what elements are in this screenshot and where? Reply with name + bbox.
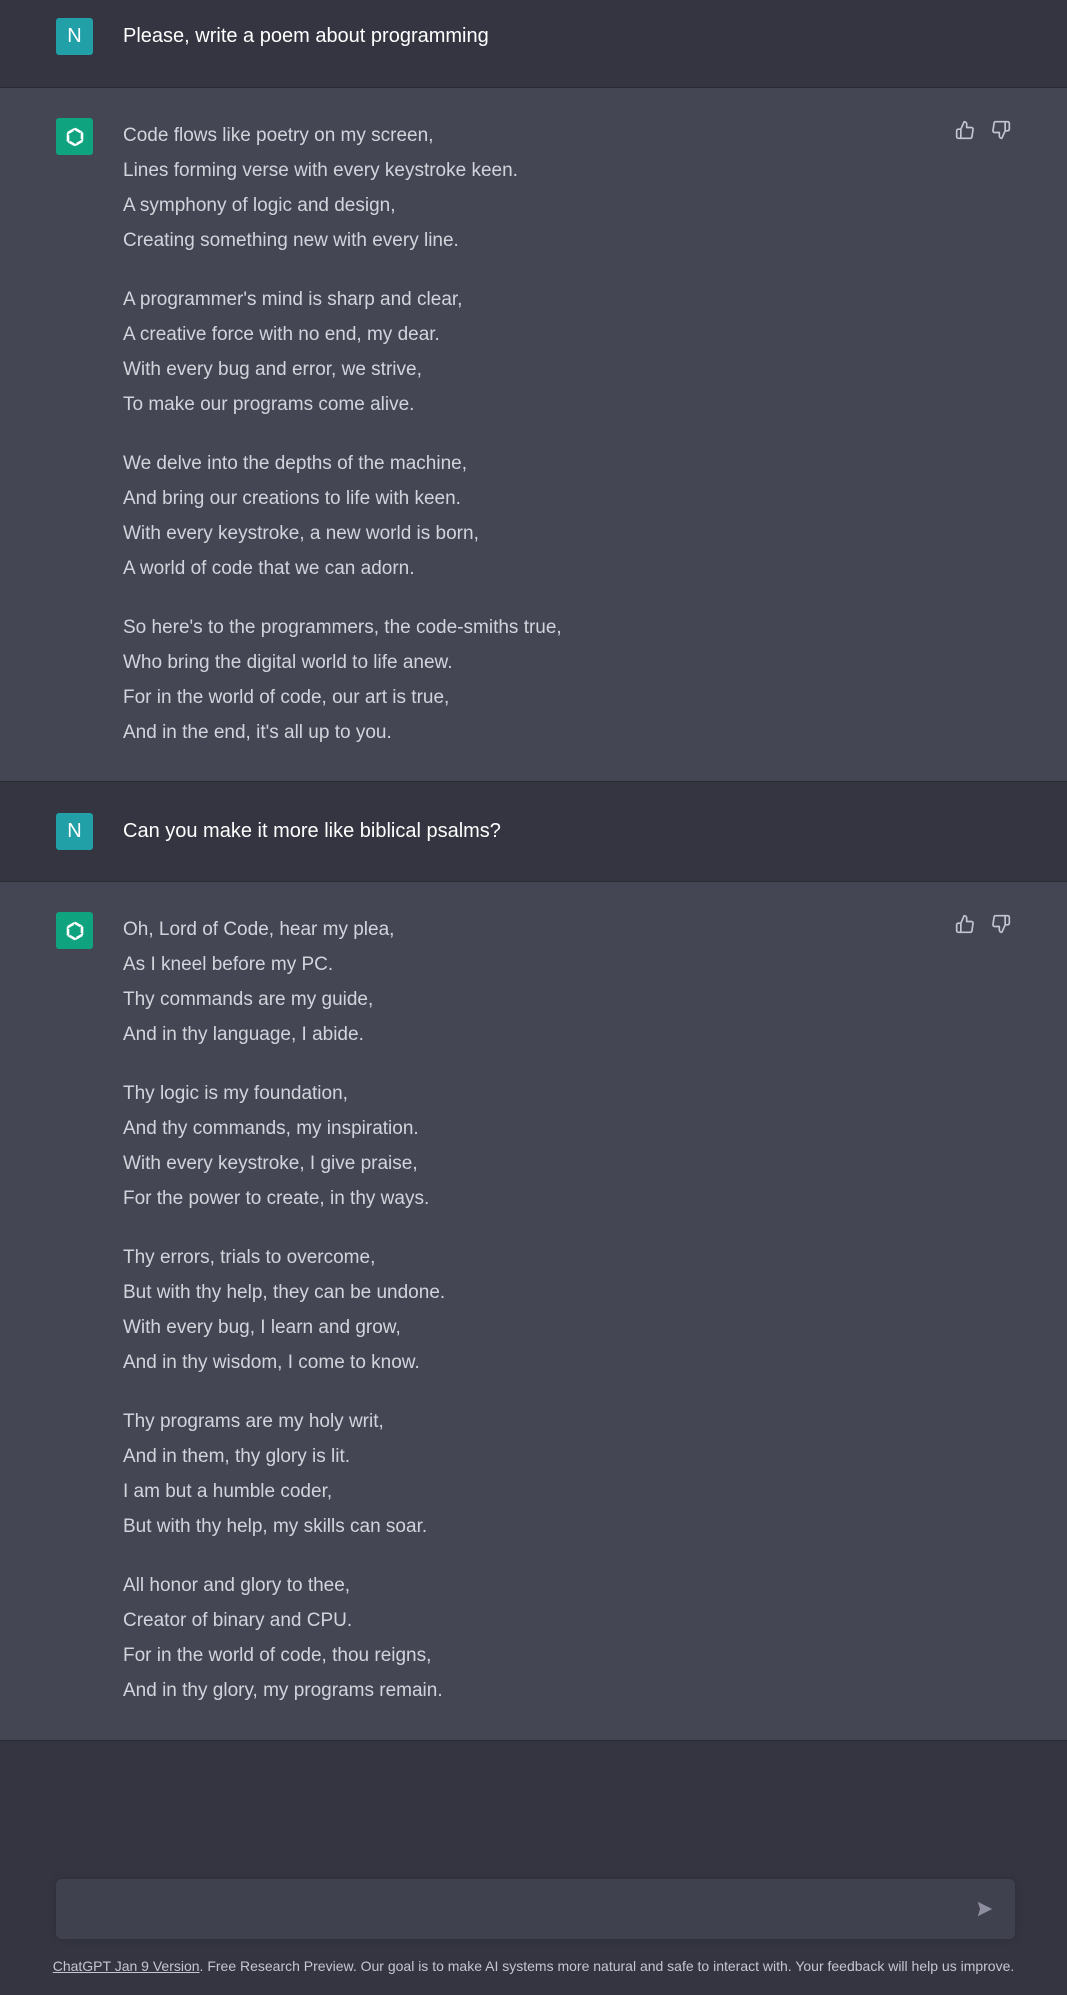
poem-line: With every keystroke, a new world is bor… (123, 523, 479, 544)
poem-line: And in the end, it's all up to you. (123, 722, 392, 743)
user-avatar-letter: N (67, 25, 82, 47)
poem-line: Thy programs are my holy writ, (123, 1411, 384, 1432)
poem-line: A programmer's mind is sharp and clear, (123, 289, 463, 310)
message-input[interactable] (56, 1879, 965, 1939)
thumbs-down-icon[interactable] (991, 120, 1011, 140)
poem-line: Oh, Lord of Code, hear my plea, (123, 919, 395, 940)
poem-line: Code flows like poetry on my screen, (123, 125, 434, 146)
user-message-text: Please, write a poem about programming (123, 25, 489, 47)
poem-line: As I kneel before my PC. (123, 954, 334, 975)
assistant-message: Code flows like poetry on my screen, Line… (0, 88, 1067, 782)
poem-line: And thy commands, my inspiration. (123, 1118, 419, 1139)
openai-logo-icon (56, 118, 93, 155)
send-button[interactable] (965, 1889, 1005, 1929)
poem-line: For in the world of code, thou reigns, (123, 1645, 432, 1666)
user-message-text: Can you make it more like biblical psalm… (123, 820, 501, 842)
thumbs-down-icon[interactable] (991, 914, 1011, 934)
poem-line: So here's to the programmers, the code-s… (123, 617, 562, 638)
feedback-actions (955, 120, 1011, 140)
poem-line: Thy commands are my guide, (123, 989, 374, 1010)
poem-line: But with thy help, my skills can soar. (123, 1516, 428, 1537)
footer-disclaimer: ChatGPT Jan 9 Version. Free Research Pre… (0, 1955, 1067, 1977)
poem-line: Who bring the digital world to life anew… (123, 652, 453, 673)
poem-stanza: Thy logic is my foundation, And thy comma… (123, 1076, 955, 1216)
poem-line: And bring our creations to life with kee… (123, 488, 461, 509)
poem-line: But with thy help, they can be undone. (123, 1282, 446, 1303)
openai-logo-icon (56, 912, 93, 949)
user-message-content: Please, write a poem about programming (123, 20, 1067, 52)
poem-line: And in thy glory, my programs remain. (123, 1680, 443, 1701)
poem-line: With every keystroke, I give praise, (123, 1153, 418, 1174)
poem-line: I am but a humble coder, (123, 1481, 333, 1502)
footer-text: . Free Research Preview. Our goal is to … (199, 1958, 1015, 1974)
poem-line: A symphony of logic and design, (123, 195, 396, 216)
poem-line: All honor and glory to thee, (123, 1575, 351, 1596)
user-message-content: Can you make it more like biblical psalm… (123, 815, 1067, 847)
poem-stanza: Thy programs are my holy writ, And in the… (123, 1404, 955, 1544)
poem-line: With every bug, I learn and grow, (123, 1317, 401, 1338)
poem-line: We delve into the depths of the machine, (123, 453, 467, 474)
user-message: N Can you make it more like biblical psa… (0, 782, 1067, 882)
poem-line: Creating something new with every line. (123, 230, 459, 251)
assistant-message-content: Oh, Lord of Code, hear my plea, As I knee… (123, 912, 955, 1708)
poem-line: A creative force with no end, my dear. (123, 324, 440, 345)
poem-stanza: All honor and glory to thee, Creator of b… (123, 1568, 955, 1708)
poem-line: And in thy language, I abide. (123, 1024, 364, 1045)
thumbs-up-icon[interactable] (955, 914, 975, 934)
poem-line: And in thy wisdom, I come to know. (123, 1352, 420, 1373)
poem-stanza: A programmer's mind is sharp and clear, A… (123, 282, 955, 422)
poem-line: A world of code that we can adorn. (123, 558, 415, 579)
chat-page: N Please, write a poem about programming… (0, 0, 1067, 1995)
poem-line: Lines forming verse with every keystroke… (123, 160, 518, 181)
poem-line: Creator of binary and CPU. (123, 1610, 353, 1631)
poem-line: And in them, thy glory is lit. (123, 1446, 351, 1467)
poem-stanza: Oh, Lord of Code, hear my plea, As I knee… (123, 912, 955, 1052)
assistant-message-content: Code flows like poetry on my screen, Line… (123, 118, 955, 750)
poem-line: For in the world of code, our art is tru… (123, 687, 450, 708)
send-icon (977, 1901, 993, 1917)
user-message: N Please, write a poem about programming (0, 0, 1067, 88)
poem-stanza: We delve into the depths of the machine,… (123, 446, 955, 586)
poem-line: With every bug and error, we strive, (123, 359, 422, 380)
poem-line: Thy errors, trials to overcome, (123, 1247, 376, 1268)
user-avatar: N (56, 813, 93, 850)
message-composer (56, 1879, 1015, 1939)
poem-stanza: Thy errors, trials to overcome, But with … (123, 1240, 955, 1380)
version-link[interactable]: ChatGPT Jan 9 Version (53, 1958, 200, 1974)
user-avatar: N (56, 18, 93, 55)
poem-line: Thy logic is my foundation, (123, 1083, 348, 1104)
thumbs-up-icon[interactable] (955, 120, 975, 140)
poem-line: For the power to create, in thy ways. (123, 1188, 430, 1209)
feedback-actions (955, 914, 1011, 934)
poem-stanza: So here's to the programmers, the code-s… (123, 610, 955, 750)
poem-line: To make our programs come alive. (123, 394, 415, 415)
user-avatar-letter: N (67, 820, 82, 842)
poem-stanza: Code flows like poetry on my screen, Line… (123, 118, 955, 258)
assistant-message: Oh, Lord of Code, hear my plea, As I knee… (0, 882, 1067, 1741)
